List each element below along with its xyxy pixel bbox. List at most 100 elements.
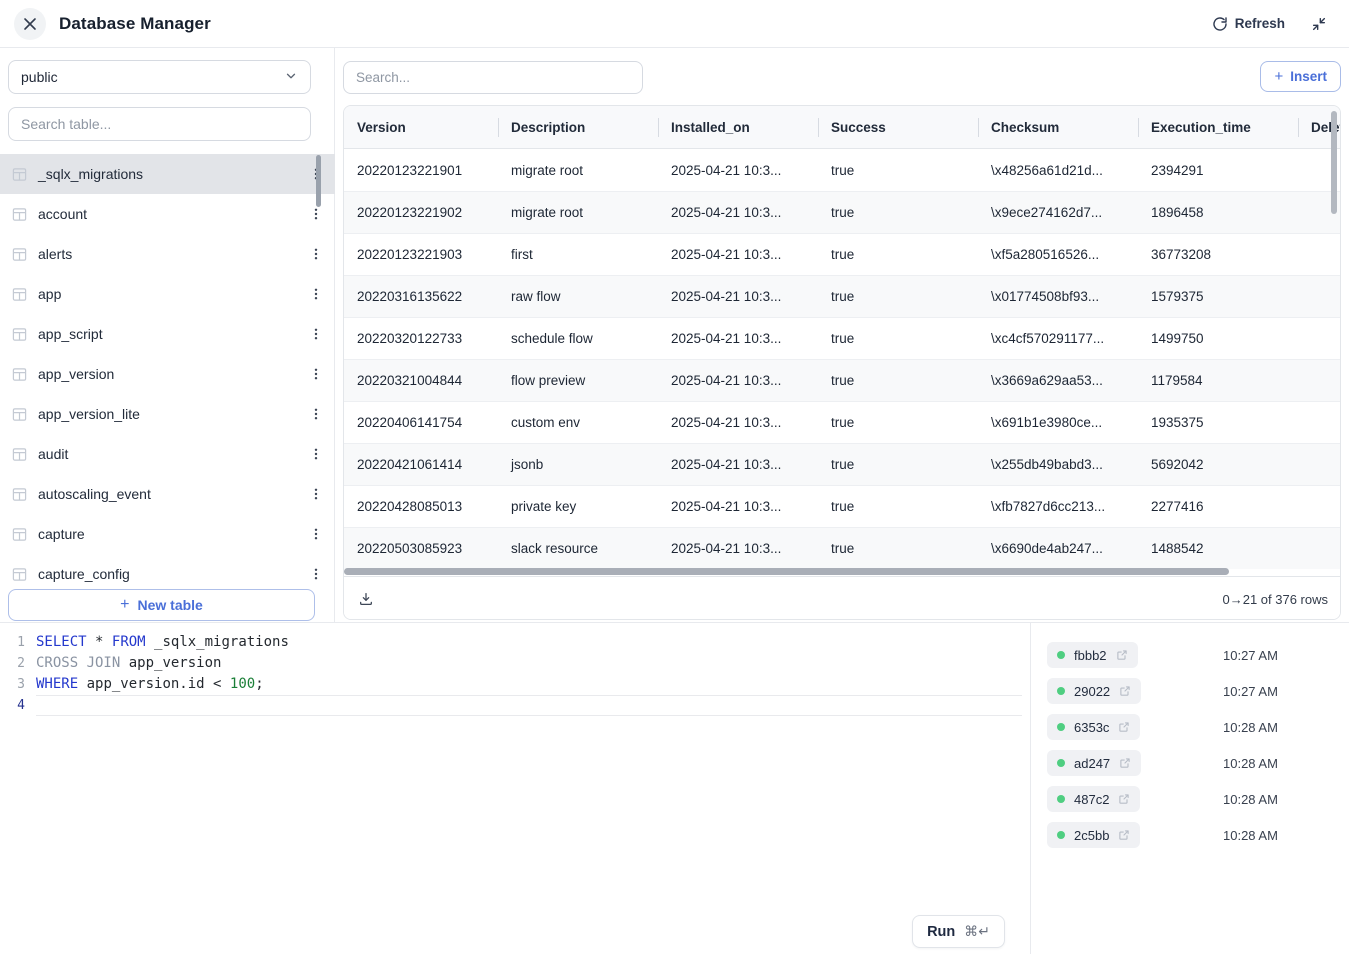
table-cell	[1298, 528, 1341, 569]
table-cell	[1298, 318, 1341, 359]
insert-button[interactable]: + Insert	[1260, 61, 1341, 92]
sidebar-item-account[interactable]: account	[0, 194, 335, 234]
kebab-icon	[309, 327, 323, 341]
table-cell: \x01774508bf93...	[978, 276, 1138, 317]
code-text: SELECT * FROM _sqlx_migrations	[36, 632, 1022, 653]
schema-select[interactable]: public	[8, 60, 311, 94]
run-button[interactable]: Run ⌘↵	[912, 915, 1005, 948]
column-header-installed_on: Installed_on	[658, 106, 818, 148]
sql-editor[interactable]: 1SELECT * FROM _sqlx_migrations2CROSS JO…	[0, 623, 1030, 954]
table-cell: 1499750	[1138, 318, 1298, 359]
table-row[interactable]: 20220503085923slack resource2025-04-21 1…	[344, 527, 1340, 569]
external-link-icon[interactable]	[1118, 829, 1130, 841]
sidebar-item-audit[interactable]: audit	[0, 434, 335, 474]
history-result-pill[interactable]: 487c2	[1047, 786, 1140, 812]
sidebar-scrollbar[interactable]	[316, 155, 321, 207]
table-row[interactable]: 20220421061414jsonb2025-04-21 10:3...tru…	[344, 443, 1340, 485]
tables-sidebar: public _sqlx_migrationsaccountalerts app a…	[0, 48, 335, 622]
new-table-button[interactable]: + New table	[8, 589, 315, 621]
history-result-pill[interactable]: ad247	[1047, 750, 1141, 776]
table-icon	[12, 527, 27, 542]
sidebar-item-app_script[interactable]: app_script	[0, 314, 335, 354]
table-menu-button[interactable]	[307, 445, 325, 463]
kebab-icon	[309, 407, 323, 421]
table-menu-button[interactable]	[307, 245, 325, 263]
table-cell: 2394291	[1138, 149, 1298, 191]
history-item: 29022 10:27 AM	[1031, 673, 1349, 709]
sidebar-item-capture[interactable]: capture	[0, 514, 335, 554]
query-history-panel: fbbb2 10:27 AM29022 10:27 AM 6353c 10:28 AM a…	[1030, 623, 1349, 954]
kebab-icon	[309, 287, 323, 301]
result-timestamp: 10:27 AM	[1223, 684, 1278, 699]
sidebar-item-_sqlx_migrations[interactable]: _sqlx_migrations	[0, 154, 335, 194]
table-search-input[interactable]	[8, 107, 311, 141]
kebab-icon	[309, 367, 323, 381]
row-search-input[interactable]	[343, 61, 643, 94]
history-result-pill[interactable]: 2c5bb	[1047, 822, 1140, 848]
table-cell: true	[818, 444, 978, 485]
table-cell: 2025-04-21 10:3...	[658, 486, 818, 527]
collapse-button[interactable]	[1311, 16, 1327, 32]
table-icon	[12, 407, 27, 422]
grid-horizontal-scrollbar[interactable]	[344, 568, 1341, 575]
table-row[interactable]: 20220123221901migrate root2025-04-21 10:…	[344, 149, 1340, 191]
sidebar-item-autoscaling_event[interactable]: autoscaling_event	[0, 474, 335, 514]
table-cell: schedule flow	[498, 318, 658, 359]
table-row[interactable]: 20220406141754custom env2025-04-21 10:3.…	[344, 401, 1340, 443]
result-id: 2c5bb	[1074, 828, 1109, 843]
result-id: ad247	[1074, 756, 1110, 771]
history-result-pill[interactable]: fbbb2	[1047, 642, 1138, 668]
external-link-icon[interactable]	[1119, 685, 1131, 697]
history-result-pill[interactable]: 29022	[1047, 678, 1141, 704]
table-cell: \x691b1e3980ce...	[978, 402, 1138, 443]
table-cell: flow preview	[498, 360, 658, 401]
scrollbar-thumb[interactable]	[344, 568, 1229, 575]
table-cell: \x3669a629aa53...	[978, 360, 1138, 401]
kebab-icon	[309, 527, 323, 541]
table-menu-button[interactable]	[307, 485, 325, 503]
status-dot	[1057, 687, 1065, 695]
sidebar-item-app_version_lite[interactable]: app_version_lite	[0, 394, 335, 434]
table-menu-button[interactable]	[307, 205, 325, 223]
plus-icon: +	[120, 596, 129, 614]
table-row[interactable]: 20220123221903first2025-04-21 10:3...tru…	[344, 233, 1340, 275]
table-menu-button[interactable]	[307, 405, 325, 423]
table-row[interactable]: 20220316135622raw flow2025-04-21 10:3...…	[344, 275, 1340, 317]
table-menu-button[interactable]	[307, 285, 325, 303]
table-menu-button[interactable]	[307, 325, 325, 343]
table-name: app	[38, 286, 61, 302]
line-number: 2	[0, 653, 36, 674]
close-button[interactable]	[14, 8, 46, 40]
sidebar-item-alerts[interactable]: alerts	[0, 234, 335, 274]
grid-vertical-scrollbar[interactable]	[1331, 111, 1337, 214]
table-menu-button[interactable]	[307, 525, 325, 543]
table-cell	[1298, 486, 1341, 527]
table-menu-button[interactable]	[307, 365, 325, 383]
external-link-icon[interactable]	[1116, 649, 1128, 661]
table-row[interactable]: 20220320122733schedule flow2025-04-21 10…	[344, 317, 1340, 359]
result-timestamp: 10:28 AM	[1223, 720, 1278, 735]
run-label: Run	[927, 924, 955, 940]
table-icon	[12, 327, 27, 342]
table-cell: true	[818, 486, 978, 527]
result-timestamp: 10:28 AM	[1223, 792, 1278, 807]
table-menu-button[interactable]	[307, 565, 325, 583]
table-row[interactable]: 20220321004844flow preview2025-04-21 10:…	[344, 359, 1340, 401]
table-row[interactable]: 20220428085013private key2025-04-21 10:3…	[344, 485, 1340, 527]
table-icon	[12, 447, 27, 462]
refresh-button[interactable]: Refresh	[1212, 16, 1285, 32]
table-cell: migrate root	[498, 149, 658, 191]
history-result-pill[interactable]: 6353c	[1047, 714, 1140, 740]
external-link-icon[interactable]	[1119, 757, 1131, 769]
external-link-icon[interactable]	[1118, 793, 1130, 805]
history-item: ad24710:28 AM	[1031, 745, 1349, 781]
external-link-icon[interactable]	[1118, 721, 1130, 733]
table-icon	[12, 487, 27, 502]
code-text: CROSS JOIN app_version	[36, 653, 1022, 674]
sidebar-item-app_version[interactable]: app_version	[0, 354, 335, 394]
sidebar-item-app[interactable]: app	[0, 274, 335, 314]
sidebar-item-capture_config[interactable]: capture_config	[0, 554, 335, 589]
table-icon	[12, 207, 27, 222]
download-button[interactable]	[358, 591, 374, 607]
table-row[interactable]: 20220123221902migrate root2025-04-21 10:…	[344, 191, 1340, 233]
